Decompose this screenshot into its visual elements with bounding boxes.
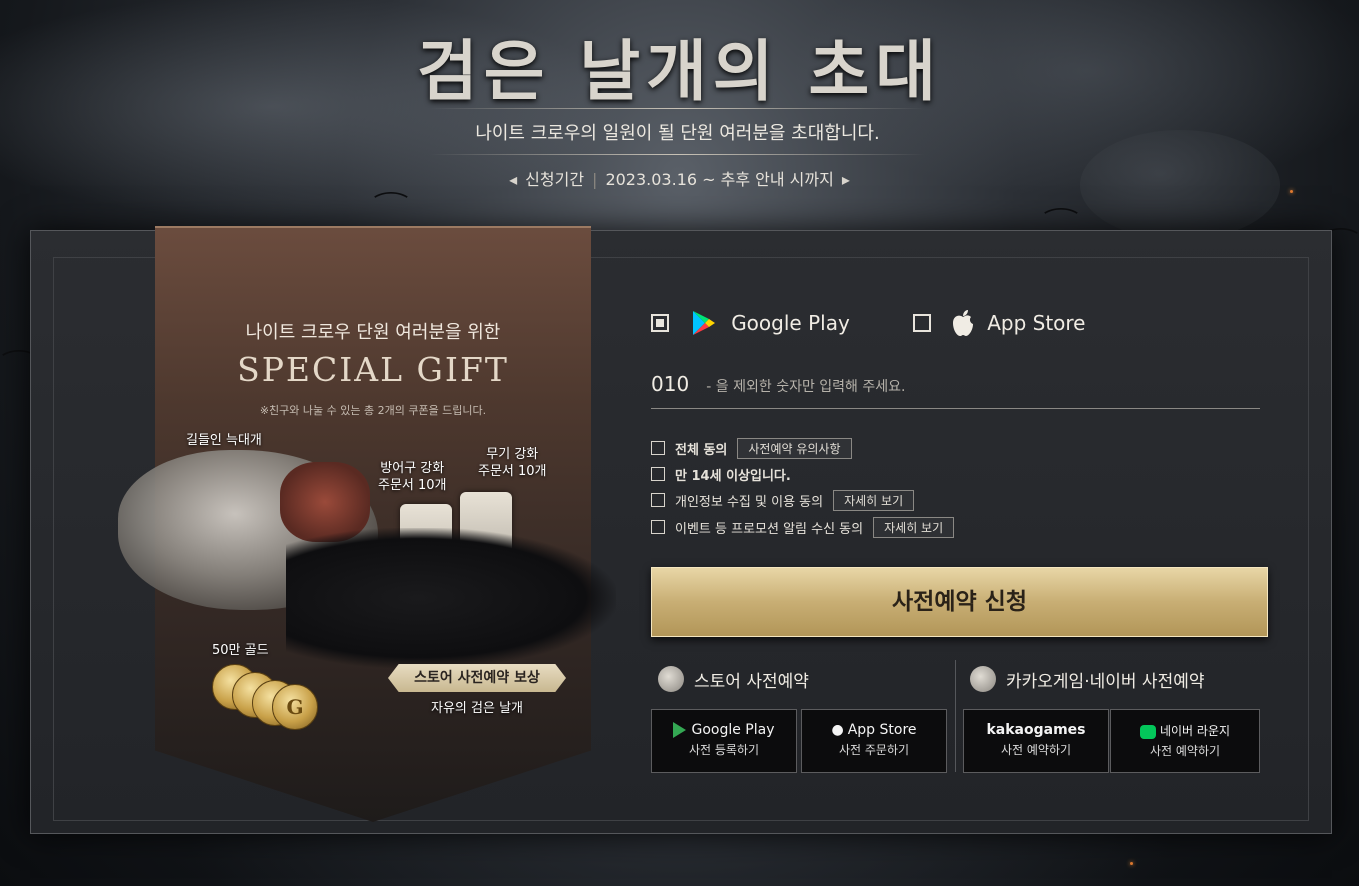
period-label: 신청기간 <box>525 170 585 189</box>
event-period: ◂ 신청기간 | 2023.03.16 ~ 추후 안내 시까지 ▸ <box>0 166 1359 190</box>
page-title: 검은 날개의 초대 <box>417 32 942 110</box>
period-value: 2023.03.16 ~ 추후 안내 시까지 <box>605 170 834 189</box>
crow-logo-icon <box>970 666 996 692</box>
age-confirm-checkbox[interactable] <box>651 467 665 481</box>
ember-spark <box>1130 862 1133 865</box>
store-reward-badge: 스토어 사전예약 보상 <box>388 664 566 692</box>
arrow-right-icon: ▸ <box>841 170 850 189</box>
crow-silhouette-icon: ⌒ <box>373 192 409 217</box>
agree-all-row[interactable]: 전체 동의 사전예약 유의사항 <box>651 437 852 459</box>
item-label-armor-scroll: 방어구 강화 주문서 10개 <box>378 461 447 493</box>
privacy-consent-checkbox[interactable] <box>651 493 665 507</box>
phone-field[interactable]: 010 <box>651 372 1260 409</box>
app-store-brand-label: App Store <box>847 722 917 738</box>
gift-title: SPECIAL GIFT <box>237 350 509 389</box>
gift-heading: 나이트 크로우 단원 여러분을 위한 <box>245 322 501 343</box>
page-subtitle: 나이트 크로우의 일원이 될 단원 여러분을 초대합니다. <box>475 123 880 144</box>
crow-logo-icon <box>658 666 684 692</box>
apple-icon <box>953 310 974 336</box>
preregister-submit-button[interactable]: 사전예약 신청 <box>651 567 1268 637</box>
google-play-preregister-button[interactable]: Google Play 사전 등록하기 <box>651 709 797 773</box>
agree-all-checkbox[interactable] <box>651 441 665 455</box>
store-preregister-title: 스토어 사전예약 <box>694 671 809 692</box>
app-store-brand: ● App Store <box>802 722 946 738</box>
gift-note: ※친구와 나눌 수 있는 총 2개의 쿠폰을 드립니다. <box>259 404 487 417</box>
naver-brand-label: 네이버 라운지 <box>1159 724 1231 738</box>
partner-preregister-heading: 카카오게임·네이버 사전예약 <box>970 666 1205 692</box>
naver-lounge-preregister-button[interactable]: 네이버 라운지 사전 예약하기 <box>1110 709 1260 773</box>
app-store-preorder-button[interactable]: ● App Store 사전 주문하기 <box>801 709 947 773</box>
apple-icon: ● <box>831 722 844 738</box>
phone-number-input[interactable] <box>704 378 1229 396</box>
kakaogames-action: 사전 예약하기 <box>1000 743 1072 757</box>
google-play-brand: Google Play <box>652 722 796 738</box>
promo-consent-row[interactable]: 이벤트 등 프로모션 알림 수신 동의 자세히 보기 <box>651 516 955 538</box>
app-store-checkbox[interactable] <box>913 314 931 332</box>
kakaogames-brand: kakaogames <box>986 722 1086 738</box>
google-play-label: Google Play <box>731 311 850 335</box>
agree-all-label: 전체 동의 <box>675 442 728 458</box>
ember-spark <box>1290 190 1293 193</box>
subtitle-block: 나이트 크로우의 일원이 될 단원 여러분을 초대합니다. <box>430 108 925 155</box>
google-play-icon <box>673 722 687 738</box>
privacy-consent-label: 개인정보 수집 및 이용 동의 <box>675 494 824 510</box>
promo-consent-checkbox[interactable] <box>651 520 665 534</box>
period-separator: | <box>592 170 598 189</box>
phone-prefix: 010 <box>651 372 690 396</box>
item-label-gold: 50만 골드 <box>212 643 269 658</box>
google-play-brand-label: Google Play <box>691 722 775 738</box>
item-label-weapon-scroll: 무기 강화 주문서 10개 <box>478 447 547 479</box>
store-preregister-heading: 스토어 사전예약 <box>658 666 809 692</box>
naver-icon <box>1139 724 1156 739</box>
naver-brand: 네이버 라운지 <box>1111 722 1259 739</box>
platform-option-google[interactable]: Google Play <box>651 308 850 344</box>
subtitle-rule-bottom <box>430 154 925 155</box>
app-store-label: App Store <box>987 311 1086 335</box>
privacy-consent-row[interactable]: 개인정보 수집 및 이용 동의 자세히 보기 <box>651 489 915 511</box>
promo-details-button[interactable]: 자세히 보기 <box>873 516 955 538</box>
platform-option-apple[interactable]: App Store <box>913 308 1085 344</box>
preregister-notice-button[interactable]: 사전예약 유의사항 <box>737 437 852 459</box>
privacy-details-button[interactable]: 자세히 보기 <box>833 489 915 511</box>
black-wing-image <box>286 528 616 668</box>
age-confirm-row[interactable]: 만 14세 이상입니다. <box>651 463 791 485</box>
promo-consent-label: 이벤트 등 프로모션 알림 수신 동의 <box>675 521 864 537</box>
google-play-checkbox[interactable] <box>651 314 669 332</box>
kakaogames-preregister-button[interactable]: kakaogames 사전 예약하기 <box>963 709 1109 773</box>
age-confirm-label: 만 14세 이상입니다. <box>675 468 791 484</box>
arrow-left-icon: ◂ <box>509 170 518 189</box>
google-play-action: 사전 등록하기 <box>688 743 760 757</box>
gold-coin-icon: G <box>272 684 318 730</box>
partner-preregister-title: 카카오게임·네이버 사전예약 <box>1006 671 1205 692</box>
item-label-wolf: 길들인 늑대개 <box>186 433 262 448</box>
google-play-icon <box>693 311 716 335</box>
section-divider <box>955 660 956 772</box>
app-store-action: 사전 주문하기 <box>838 743 910 757</box>
item-label-wing: 자유의 검은 날개 <box>431 701 523 716</box>
naver-action: 사전 예약하기 <box>1149 744 1221 758</box>
